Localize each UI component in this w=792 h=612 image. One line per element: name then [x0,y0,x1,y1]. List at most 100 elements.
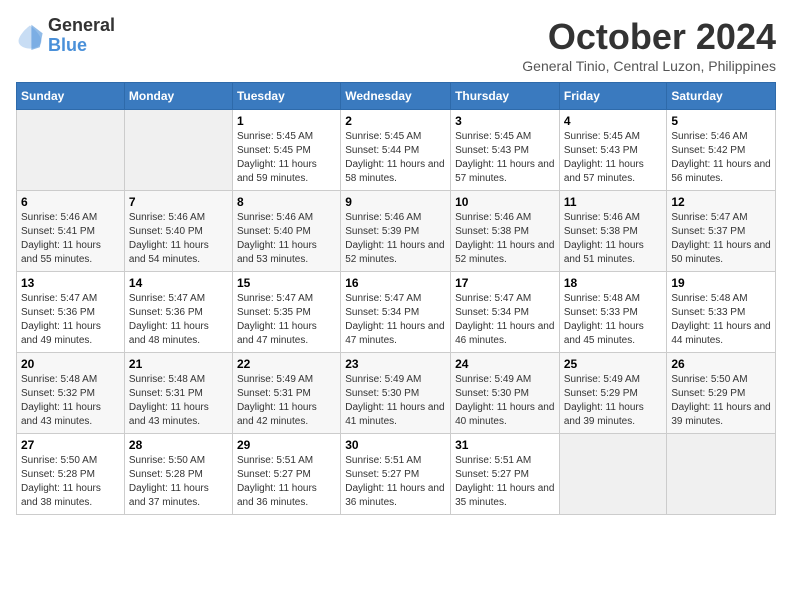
header-cell-tuesday: Tuesday [232,83,340,110]
title-area: October 2024 General Tinio, Central Luzo… [522,16,776,74]
day-number: 28 [129,438,228,452]
day-number: 18 [564,276,663,290]
calendar-cell: 3 Sunrise: 5:45 AM Sunset: 5:43 PM Daylig… [451,110,560,191]
header-cell-thursday: Thursday [451,83,560,110]
day-number: 2 [345,114,446,128]
calendar-cell [124,110,232,191]
logo-general: General [48,16,115,36]
calendar-cell: 11Sunrise: 5:46 AM Sunset: 5:38 PM Dayli… [559,191,667,272]
calendar-cell: 2 Sunrise: 5:45 AM Sunset: 5:44 PM Daylig… [341,110,451,191]
day-content: Sunrise: 5:51 AM Sunset: 5:27 PM Dayligh… [455,454,555,510]
calendar-cell [17,110,125,191]
day-content: Sunrise: 5:46 AM Sunset: 5:38 PM Dayligh… [455,211,555,267]
week-row-3: 13 Sunrise: 5:47 AM Sunset: 5:36 PM Dayli… [17,272,776,353]
day-content: Sunrise: 5:48 AM Sunset: 5:32 PM Dayligh… [21,373,120,429]
calendar-cell: 6 Sunrise: 5:46 AM Sunset: 5:41 PM Daylig… [17,191,125,272]
day-number: 1 [237,114,336,128]
day-content: Sunrise: 5:47 AM Sunset: 5:35 PM Dayligh… [237,292,336,348]
day-content: Sunrise: 5:50 AM Sunset: 5:29 PM Dayligh… [671,373,771,429]
day-content: Sunrise: 5:48 AM Sunset: 5:31 PM Dayligh… [129,373,228,429]
day-number: 3 [455,114,555,128]
calendar-cell: 8Sunrise: 5:46 AM Sunset: 5:40 PM Daylig… [232,191,340,272]
day-number: 20 [21,357,120,371]
day-content: Sunrise: 5:47 AM Sunset: 5:34 PM Dayligh… [345,292,446,348]
day-number: 12 [671,195,771,209]
day-content: Sunrise: 5:48 AM Sunset: 5:33 PM Dayligh… [671,292,771,348]
day-number: 13 [21,276,120,290]
calendar-cell: 12Sunrise: 5:47 AM Sunset: 5:37 PM Dayli… [667,191,776,272]
day-content: Sunrise: 5:46 AM Sunset: 5:41 PM Dayligh… [21,211,120,267]
day-content: Sunrise: 5:49 AM Sunset: 5:30 PM Dayligh… [345,373,446,429]
day-content: Sunrise: 5:46 AM Sunset: 5:40 PM Dayligh… [237,211,336,267]
day-number: 31 [455,438,555,452]
day-content: Sunrise: 5:46 AM Sunset: 5:42 PM Dayligh… [671,130,771,186]
day-number: 30 [345,438,446,452]
day-number: 27 [21,438,120,452]
day-content: Sunrise: 5:50 AM Sunset: 5:28 PM Dayligh… [21,454,120,510]
calendar-table: SundayMondayTuesdayWednesdayThursdayFrid… [16,82,776,515]
day-number: 22 [237,357,336,371]
day-content: Sunrise: 5:46 AM Sunset: 5:40 PM Dayligh… [129,211,228,267]
calendar-cell: 27 Sunrise: 5:50 AM Sunset: 5:28 PM Dayli… [17,434,125,515]
day-number: 9 [345,195,446,209]
month-title: October 2024 [522,16,776,58]
calendar-cell: 21Sunrise: 5:48 AM Sunset: 5:31 PM Dayli… [124,353,232,434]
week-row-1: 1 Sunrise: 5:45 AM Sunset: 5:45 PM Daylig… [17,110,776,191]
calendar-cell: 9 Sunrise: 5:46 AM Sunset: 5:39 PM Daylig… [341,191,451,272]
day-content: Sunrise: 5:47 AM Sunset: 5:36 PM Dayligh… [21,292,120,348]
logo-blue: Blue [48,36,115,56]
day-content: Sunrise: 5:45 AM Sunset: 5:43 PM Dayligh… [455,130,555,186]
header-cell-monday: Monday [124,83,232,110]
calendar-cell: 23 Sunrise: 5:49 AM Sunset: 5:30 PM Dayli… [341,353,451,434]
calendar-header: SundayMondayTuesdayWednesdayThursdayFrid… [17,83,776,110]
location: General Tinio, Central Luzon, Philippine… [522,58,776,74]
logo-text: General Blue [48,16,115,56]
day-number: 5 [671,114,771,128]
calendar-cell: 25Sunrise: 5:49 AM Sunset: 5:29 PM Dayli… [559,353,667,434]
day-content: Sunrise: 5:46 AM Sunset: 5:39 PM Dayligh… [345,211,446,267]
day-content: Sunrise: 5:49 AM Sunset: 5:29 PM Dayligh… [564,373,663,429]
day-number: 10 [455,195,555,209]
day-number: 7 [129,195,228,209]
calendar-cell: 13 Sunrise: 5:47 AM Sunset: 5:36 PM Dayli… [17,272,125,353]
day-number: 26 [671,357,771,371]
calendar-cell: 28 Sunrise: 5:50 AM Sunset: 5:28 PM Dayli… [124,434,232,515]
calendar-cell: 15Sunrise: 5:47 AM Sunset: 5:35 PM Dayli… [232,272,340,353]
day-content: Sunrise: 5:48 AM Sunset: 5:33 PM Dayligh… [564,292,663,348]
calendar-cell: 4 Sunrise: 5:45 AM Sunset: 5:43 PM Daylig… [559,110,667,191]
day-number: 17 [455,276,555,290]
calendar-body: 1 Sunrise: 5:45 AM Sunset: 5:45 PM Daylig… [17,110,776,515]
calendar-cell: 22Sunrise: 5:49 AM Sunset: 5:31 PM Dayli… [232,353,340,434]
calendar-cell: 30 Sunrise: 5:51 AM Sunset: 5:27 PM Dayli… [341,434,451,515]
calendar-cell: 26 Sunrise: 5:50 AM Sunset: 5:29 PM Dayli… [667,353,776,434]
week-row-4: 20 Sunrise: 5:48 AM Sunset: 5:32 PM Dayli… [17,353,776,434]
day-number: 23 [345,357,446,371]
calendar-cell: 5 Sunrise: 5:46 AM Sunset: 5:42 PM Daylig… [667,110,776,191]
day-content: Sunrise: 5:45 AM Sunset: 5:44 PM Dayligh… [345,130,446,186]
day-content: Sunrise: 5:51 AM Sunset: 5:27 PM Dayligh… [345,454,446,510]
calendar-cell: 29Sunrise: 5:51 AM Sunset: 5:27 PM Dayli… [232,434,340,515]
day-content: Sunrise: 5:45 AM Sunset: 5:45 PM Dayligh… [237,130,336,186]
day-number: 19 [671,276,771,290]
calendar-cell [667,434,776,515]
day-number: 6 [21,195,120,209]
calendar-cell: 18 Sunrise: 5:48 AM Sunset: 5:33 PM Dayli… [559,272,667,353]
header-cell-saturday: Saturday [667,83,776,110]
week-row-2: 6 Sunrise: 5:46 AM Sunset: 5:41 PM Daylig… [17,191,776,272]
calendar-cell: 16Sunrise: 5:47 AM Sunset: 5:34 PM Dayli… [341,272,451,353]
day-number: 4 [564,114,663,128]
logo: General Blue [16,16,115,56]
page-header: General Blue October 2024 General Tinio,… [16,16,776,74]
calendar-cell: 24Sunrise: 5:49 AM Sunset: 5:30 PM Dayli… [451,353,560,434]
week-row-5: 27 Sunrise: 5:50 AM Sunset: 5:28 PM Dayli… [17,434,776,515]
day-content: Sunrise: 5:50 AM Sunset: 5:28 PM Dayligh… [129,454,228,510]
calendar-cell: 14Sunrise: 5:47 AM Sunset: 5:36 PM Dayli… [124,272,232,353]
calendar-cell: 10 Sunrise: 5:46 AM Sunset: 5:38 PM Dayli… [451,191,560,272]
calendar-cell: 19 Sunrise: 5:48 AM Sunset: 5:33 PM Dayli… [667,272,776,353]
day-number: 14 [129,276,228,290]
day-content: Sunrise: 5:45 AM Sunset: 5:43 PM Dayligh… [564,130,663,186]
logo-icon [16,22,44,50]
day-content: Sunrise: 5:51 AM Sunset: 5:27 PM Dayligh… [237,454,336,510]
day-content: Sunrise: 5:46 AM Sunset: 5:38 PM Dayligh… [564,211,663,267]
day-number: 24 [455,357,555,371]
